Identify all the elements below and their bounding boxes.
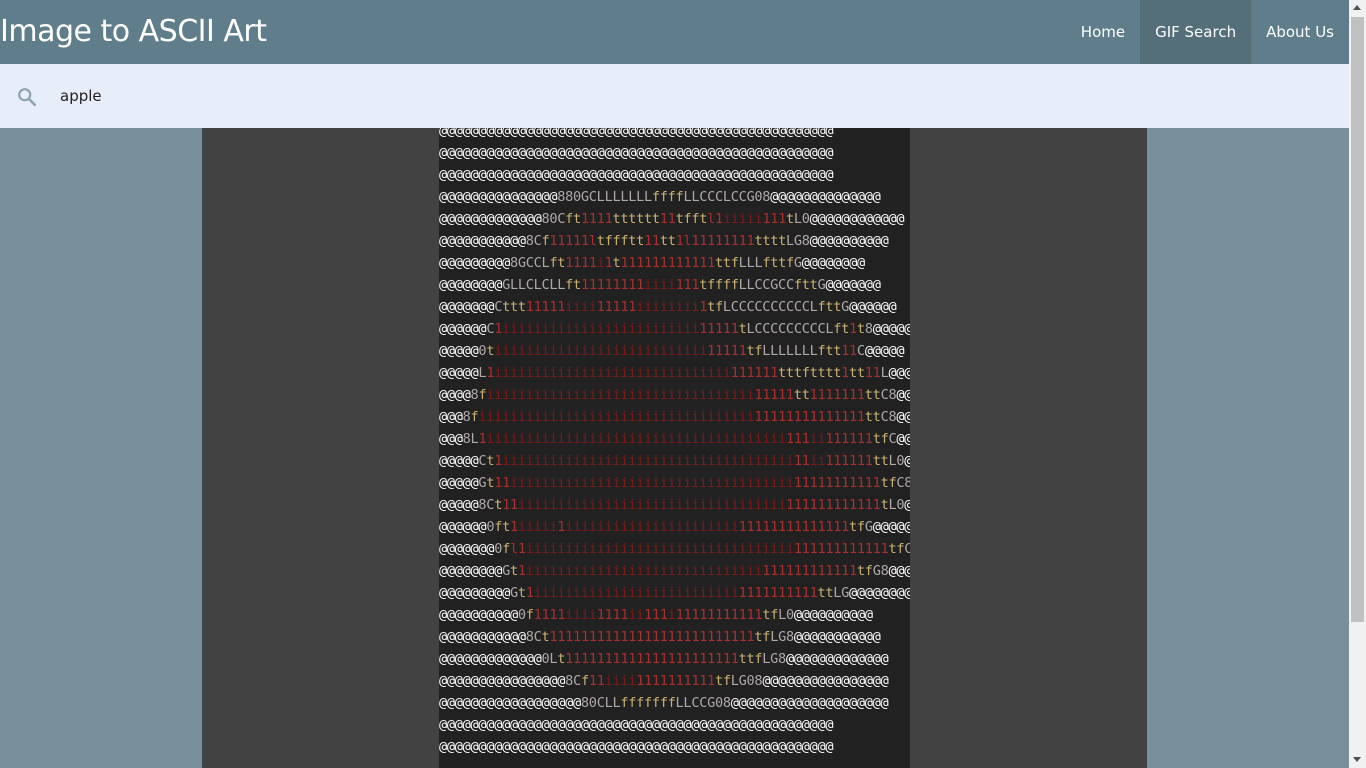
- app-title[interactable]: Image to ASCII Art: [0, 0, 267, 64]
- ascii-line-render: @@@@@@@@@@@@@@@880GCLLLLLLLffffLLCCCLCCG…: [439, 189, 881, 205]
- page-scrollbar[interactable]: [1349, 0, 1366, 768]
- nav-home-link[interactable]: Home: [1066, 0, 1140, 64]
- nav-links: Home GIF Search About Us: [1066, 0, 1349, 64]
- ascii-line-render: @@@@@@@@@8GCCLft1111i1t111111111111ttfLL…: [439, 255, 865, 271]
- ascii-line-render: @@@@@@@@@Gt1iiiiiiiiiiiiiiiiiiiiiiiiii11…: [439, 585, 910, 601]
- ascii-line-render: @@@@8fiiiiiiiiiiiiiiiiiiiiiiiiiiiiiiiiii…: [439, 387, 910, 403]
- ascii-line-render: @@@@@@@@@@@@@80Cft1111tttttt11tfftl1iiii…: [439, 211, 905, 227]
- ascii-line-render: @@@@@@@@@@@@@@@@@@@@@@@@@@@@@@@@@@@@@@@@…: [439, 128, 834, 139]
- ascii-line-render: @@@@@@@@GLLCLCLLft11111111iiii111tffffLL…: [439, 277, 881, 293]
- scroll-down-arrow-icon[interactable]: [1353, 757, 1361, 762]
- ascii-line-render: @@@@@@0ft1iiiii1iiiiiiiiiiiiiiiiiiiiii11…: [439, 519, 910, 535]
- nav-gif-search-link[interactable]: GIF Search: [1140, 0, 1252, 64]
- ascii-line-render: @@@@@@@@@@@@@0Lt1111111111111111111111tt…: [439, 651, 889, 667]
- nav-about-us-link[interactable]: About Us: [1251, 0, 1349, 64]
- search-bar: [0, 64, 1349, 128]
- ascii-line-render: @@@@@@@@@@@@@@@@@@80CLLfffffffLLCCG08@@@…: [439, 695, 889, 711]
- ascii-line-render: @@@@@@@@@@@@@@@@8Cf11iiii1111111111tfLG0…: [439, 673, 889, 689]
- ascii-line-render: @@@@@@@@@@@@@@@@@@@@@@@@@@@@@@@@@@@@@@@@…: [439, 167, 834, 183]
- ascii-art-text: @@@@@@@@@@@@@@@@@@@@@@@@@@@@@@@@@@@@@@@@…: [439, 128, 910, 758]
- ascii-line-render: @@@8L1iiiiiiiiiiiiiiiiiiiiiiiiiiiiiiiiii…: [439, 431, 910, 447]
- ascii-line-render: @@@@@@@@Gt1iiiiiiiiiiiiiiiiiiiiiiiiiiiii…: [439, 563, 910, 579]
- ascii-line-render: @@@@@@@@@@@8Cf11111ltffftt11tt1l11111111…: [439, 233, 889, 249]
- ascii-line-render: @@@@@@@Cttt11111iiii11111iiiiiiii1tfLCCC…: [439, 299, 897, 315]
- ascii-line-render: @@@@@Ct1iiiiiiiiiiiiiiiiiiiiiiiiiiiiiiii…: [439, 453, 910, 469]
- ascii-line-render: @@@@@0tiiiiiiiiiiiiiiiiiiiiiiiiiii11111t…: [439, 343, 905, 359]
- navbar: Image to ASCII Art Home GIF Search About…: [0, 0, 1349, 64]
- ascii-line-render: @@@@@@C1iiiiiiiiiiiiiiiiiiiiiiiii11111tL…: [439, 321, 910, 337]
- search-input[interactable]: [60, 84, 1260, 108]
- ascii-line-render: @@@@@@@0fl1iiiiiiiiiiiiiiiiiiiiiiiiiiiii…: [439, 541, 910, 557]
- ascii-line-render: @@@@@L1iiiiiiiiiiiiiiiiiiiiiiiiiiiiii111…: [439, 365, 910, 381]
- search-icon[interactable]: [16, 86, 38, 108]
- ascii-line-render: @@@@@@@@@@@@@@@@@@@@@@@@@@@@@@@@@@@@@@@@…: [439, 717, 834, 733]
- ascii-line-render: @@@@@@@@@@0f1111iiii1111ii111i1111111111…: [439, 607, 873, 623]
- ascii-line-render: @@@@@Gt11iiiiiiiiiiiiiiiiiiiiiiiiiiiiiii…: [439, 475, 910, 491]
- scroll-up-arrow-icon[interactable]: [1353, 5, 1361, 10]
- ascii-line-render: @@@@@@@@@@@8Ct11111111111111111111111111…: [439, 629, 881, 645]
- ascii-line-render: @@@@@@@@@@@@@@@@@@@@@@@@@@@@@@@@@@@@@@@@…: [439, 145, 834, 161]
- scroll-thumb[interactable]: [1351, 17, 1364, 622]
- ascii-line-render: @@@@@8Ct11iiiiiiiiiiiiiiiiiiiiiiiiiiiiii…: [439, 497, 910, 513]
- ascii-line-render: @@@@@@@@@@@@@@@@@@@@@@@@@@@@@@@@@@@@@@@@…: [439, 739, 834, 755]
- ascii-line-render: @@@8fiiiiiiiiiiiiiiiiiiiiiiiiiiiiiiiiiii…: [439, 409, 910, 425]
- ascii-art-display: @@@@@@@@@@@@@@@@@@@@@@@@@@@@@@@@@@@@@@@@…: [439, 128, 910, 768]
